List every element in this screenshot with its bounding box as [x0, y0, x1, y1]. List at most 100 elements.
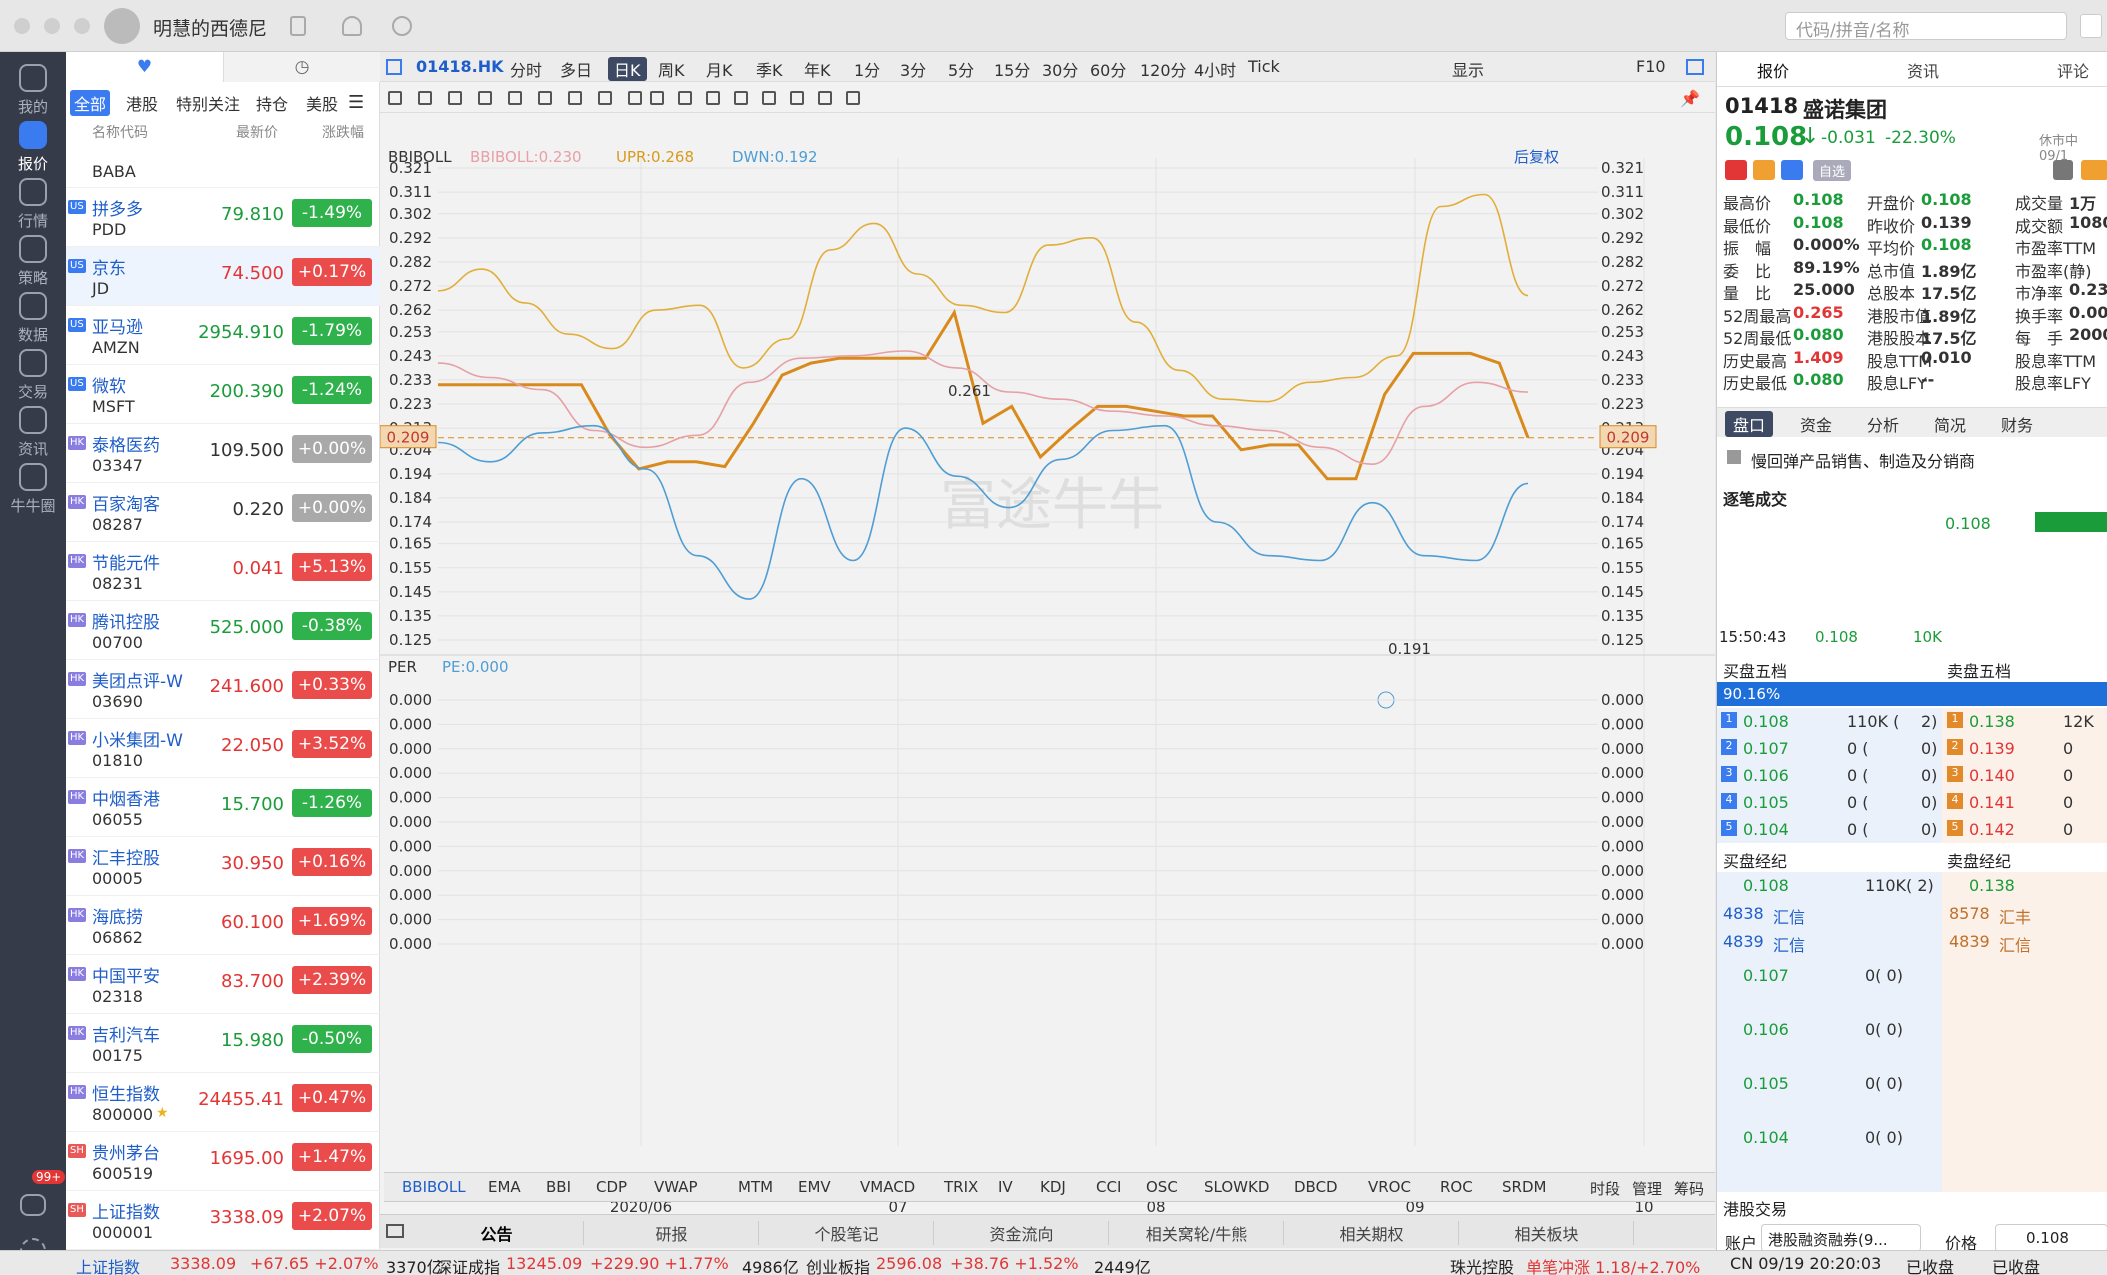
adjust-dropdown[interactable]: 后复权 — [1514, 148, 1559, 166]
text-icon[interactable] — [598, 91, 612, 105]
detail-tab-0[interactable]: 盘口 — [1725, 411, 1774, 437]
table-row[interactable]: HK 中烟香港 06055 15.700 -1.26% — [66, 778, 380, 837]
table-row[interactable]: HK 吉利汽车 00175 15.980 -0.50% — [66, 1014, 380, 1073]
change-badge[interactable]: -1.26% — [292, 789, 372, 817]
bell-icon[interactable] — [342, 16, 362, 36]
table-row[interactable]: HK 美团点评-W 03690 241.600 +0.33% — [66, 660, 380, 719]
bell-icon[interactable] — [2053, 160, 2073, 180]
line-icon[interactable] — [418, 91, 432, 105]
table-row[interactable]: HK 泰格医药 03347 109.500 +0.00% — [66, 424, 380, 483]
flag-hk-icon[interactable] — [1725, 160, 1747, 180]
watchlist-badge[interactable]: 自选 — [1813, 160, 1852, 181]
nav-item-3[interactable]: 策略 — [0, 235, 66, 288]
cart-icon[interactable] — [2080, 14, 2102, 38]
period-tab-11[interactable]: 30分 — [1042, 57, 1078, 81]
indicator-tab-15[interactable]: VROC — [1368, 1178, 1411, 1196]
nav-item-4[interactable]: 数据 — [0, 292, 66, 345]
lock-icon[interactable] — [290, 16, 306, 36]
info-tab-5[interactable]: 相关期权 — [1285, 1221, 1459, 1245]
indicator-tab-8[interactable]: TRIX — [944, 1178, 978, 1196]
table-row[interactable]: HK 中国平安 02318 83.700 +2.39% — [66, 955, 380, 1014]
f10-button[interactable]: F10 — [1636, 57, 1666, 76]
table-row[interactable]: SH 上证指数 000001 3338.09 +2.07% — [66, 1191, 380, 1250]
period-tab-9[interactable]: 5分 — [948, 57, 974, 81]
ask-price[interactable]: 0.140 — [1969, 766, 2015, 785]
index-sh-name[interactable]: 上证指数 — [76, 1254, 140, 1275]
indicator-extra-1[interactable]: 管理 — [1632, 1178, 1662, 1199]
ask-price[interactable]: 0.141 — [1969, 793, 2015, 812]
period-tab-8[interactable]: 3分 — [900, 57, 926, 81]
pen-icon[interactable] — [706, 91, 720, 105]
nav-item-7[interactable]: 牛牛圈 — [0, 463, 66, 516]
table-row[interactable]: HK 百家淘客 08287 0.220 +0.00% — [66, 483, 380, 542]
pin-icon[interactable]: 📌 — [1680, 89, 1700, 108]
minimize-panel-icon[interactable] — [386, 1224, 404, 1238]
period-tab-7[interactable]: 1分 — [854, 57, 880, 81]
indicator-tab-13[interactable]: SLOWKD — [1204, 1178, 1269, 1196]
zoom-window-button[interactable] — [74, 18, 90, 34]
lightning-icon[interactable] — [1753, 160, 1775, 180]
magnet-icon[interactable] — [762, 91, 776, 105]
indicator-tab-14[interactable]: DBCD — [1294, 1178, 1338, 1196]
period-tab-12[interactable]: 60分 — [1090, 57, 1126, 81]
period-tab-15[interactable]: Tick — [1248, 57, 1280, 76]
category-tab-0[interactable]: 全部 — [70, 90, 111, 116]
change-badge[interactable]: +0.00% — [292, 435, 372, 463]
gear-icon[interactable] — [846, 91, 860, 105]
wave-icon[interactable] — [478, 91, 492, 105]
trash-icon[interactable] — [790, 91, 804, 105]
change-badge[interactable]: +1.47% — [292, 1143, 372, 1171]
detail-tab-2[interactable]: 分析 — [1859, 411, 1907, 437]
close-window-button[interactable] — [14, 18, 30, 34]
change-badge[interactable]: -1.49% — [292, 199, 372, 227]
arrow-icon[interactable] — [568, 91, 582, 105]
period-tab-14[interactable]: 4小时 — [1194, 57, 1236, 81]
nav-item-2[interactable]: 行情 — [0, 178, 66, 231]
change-badge[interactable]: +2.39% — [292, 966, 372, 994]
ask-price[interactable]: 0.142 — [1969, 820, 2015, 839]
indicator-tab-2[interactable]: BBI — [546, 1178, 571, 1196]
indicator-tab-10[interactable]: KDJ — [1040, 1178, 1066, 1196]
info-tab-6[interactable]: 相关板块 — [1460, 1221, 1634, 1245]
nav-item-0[interactable]: 我的 — [0, 64, 66, 117]
bid-price[interactable]: 0.105 — [1743, 793, 1789, 812]
indicator-tab-12[interactable]: OSC — [1146, 1178, 1178, 1196]
change-badge[interactable]: +3.52% — [292, 730, 372, 758]
table-row[interactable]: HK 海底捞 06862 60.100 +1.69% — [66, 896, 380, 955]
eye-icon[interactable] — [734, 91, 748, 105]
table-row[interactable]: HK 节能元件 08231 0.041 +5.13% — [66, 542, 380, 601]
indicator-tab-7[interactable]: VMACD — [860, 1178, 915, 1196]
detail-tab-3[interactable]: 简况 — [1926, 411, 1974, 437]
measure-icon[interactable] — [678, 91, 692, 105]
indicator-tab-4[interactable]: VWAP — [654, 1178, 698, 1196]
indicator-tab-11[interactable]: CCI — [1096, 1178, 1121, 1196]
chart-canvas[interactable]: BBIBOLL BBIBOLL:0.230 UPR:0.268 DWN:0.192 后复… — [380, 114, 1715, 1222]
change-badge[interactable]: +0.00% — [292, 494, 372, 522]
info-tab-4[interactable]: 相关窝轮/牛熊 — [1110, 1221, 1284, 1245]
cursor-icon[interactable] — [388, 91, 402, 105]
index-cy-name[interactable]: 创业板指 — [806, 1254, 870, 1275]
change-badge[interactable]: +2.07% — [292, 1202, 372, 1230]
ask-price[interactable]: 0.139 — [1969, 739, 2015, 758]
table-row[interactable]: HK 小米集团-W 01810 22.050 +3.52% — [66, 719, 380, 778]
sync-icon[interactable] — [818, 91, 832, 105]
account-select[interactable]: 港股融资融券(9... — [1761, 1224, 1921, 1252]
change-badge[interactable]: +5.13% — [292, 553, 372, 581]
detail-tab-1[interactable]: 资金 — [1792, 411, 1840, 437]
change-badge[interactable]: +0.16% — [292, 848, 372, 876]
category-tab-3[interactable]: 持仓 — [252, 90, 292, 116]
chat-icon[interactable] — [20, 1194, 46, 1216]
favorites-tab[interactable]: ♥ — [66, 52, 223, 82]
change-badge[interactable]: +0.17% — [292, 258, 372, 286]
period-tab-1[interactable]: 多日 — [560, 57, 592, 81]
quote-tab-1[interactable]: 资讯 — [1907, 58, 2057, 82]
ask-price[interactable]: 0.138 — [1969, 712, 2015, 731]
table-row[interactable]: US 亚马逊 AMZN 2954.910 -1.79% — [66, 306, 380, 365]
price-input[interactable]: 0.108 — [1995, 1224, 2107, 1252]
table-row[interactable]: HK 汇丰控股 00005 30.950 +0.16% — [66, 837, 380, 896]
news-stock[interactable]: 珠光控股 — [1450, 1254, 1514, 1275]
change-badge[interactable]: +0.47% — [292, 1084, 372, 1112]
layout-icon[interactable] — [1686, 59, 1704, 75]
headset-icon[interactable] — [392, 16, 412, 36]
indicator-tab-1[interactable]: EMA — [488, 1178, 521, 1196]
